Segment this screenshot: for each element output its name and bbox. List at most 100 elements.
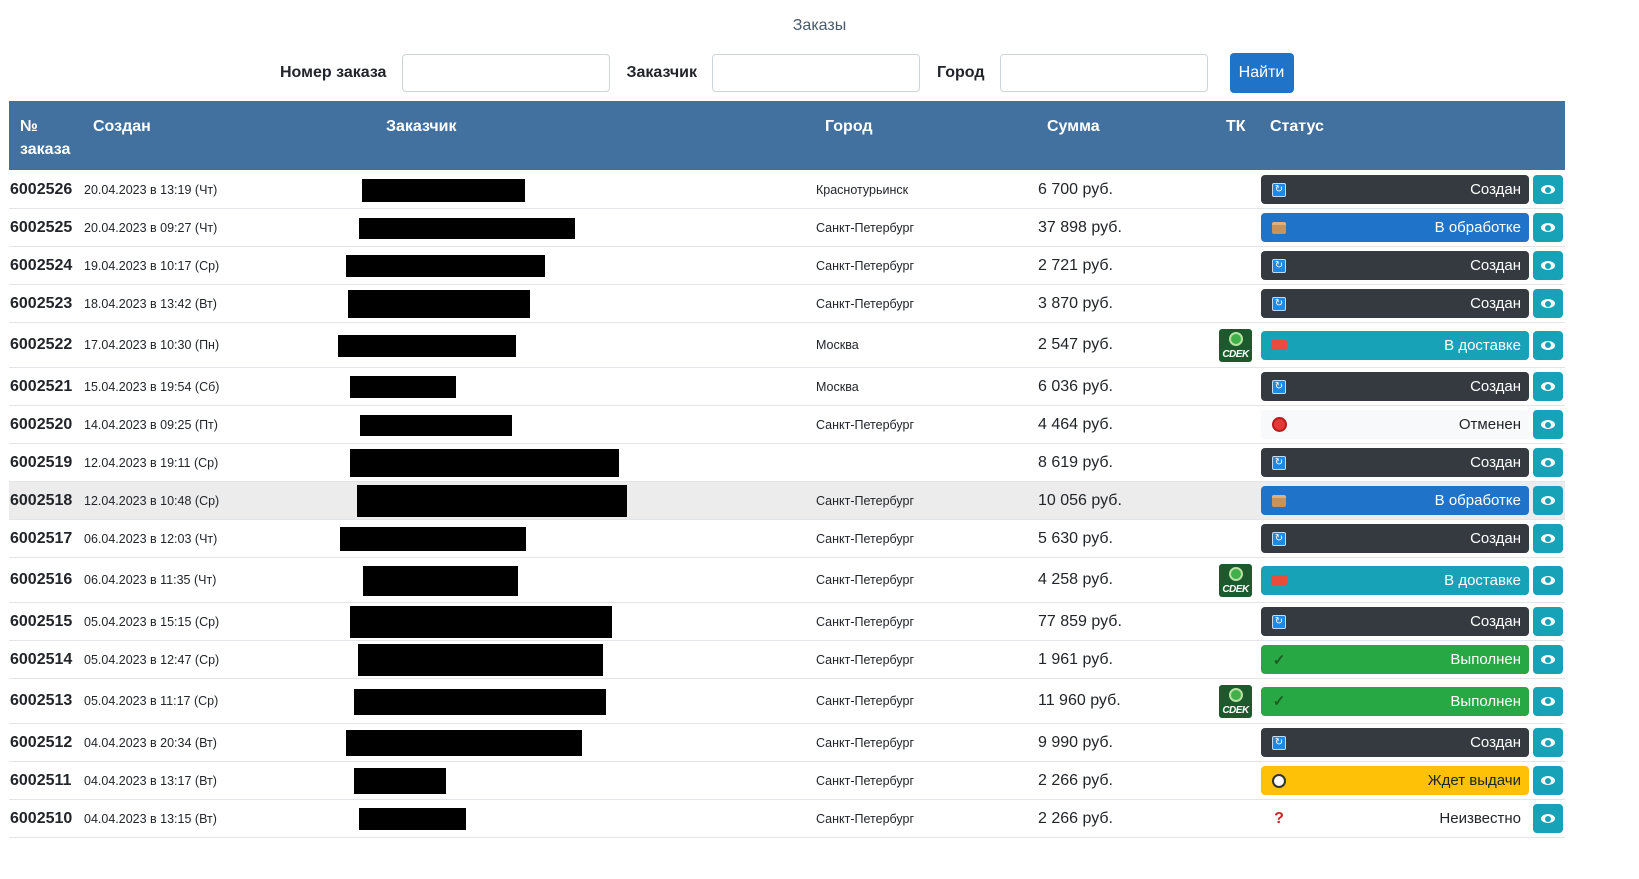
find-button[interactable]: Найти [1229,53,1294,93]
status-label: В обработке [1434,492,1521,509]
table-row[interactable]: 6002521 15.04.2023 в 19:54 (Сб) Москва 6 03… [9,368,1565,406]
view-order-button[interactable] [1533,766,1563,795]
view-order-button[interactable] [1533,410,1563,439]
table-row[interactable]: 6002510 04.04.2023 в 13:15 (Вт) Санкт-Пете… [9,800,1565,838]
box-icon [1271,493,1287,509]
status-badge: ↻ Создан [1261,524,1529,553]
table-row[interactable]: 6002514 05.04.2023 в 12:47 (Ср) Санкт-Пете… [9,641,1565,679]
column-header-tk: ТК [1226,118,1246,135]
status-cell: Ждет выдачи [1261,762,1529,799]
status-label: Создан [1470,378,1521,395]
view-cell [1533,641,1563,678]
customer-input[interactable] [711,54,920,92]
city: Санкт-Петербург [816,614,915,629]
view-cell [1533,558,1563,602]
status-cell: Отменен [1261,406,1529,443]
table-row[interactable]: 6002525 20.04.2023 в 09:27 (Чт) Санкт-Пете… [9,209,1565,247]
status-cell: ↻ Создан [1261,247,1529,284]
view-order-button[interactable] [1533,213,1563,242]
column-header-sum: Сумма [1047,118,1100,135]
status-badge: ✓ Выполнен [1261,686,1529,716]
column-header-customer: Заказчик [386,118,457,135]
status-label: Создан [1470,454,1521,471]
table-row[interactable]: 6002522 17.04.2023 в 10:30 (Пн) Москва 2 54… [9,323,1565,368]
view-order-button[interactable] [1533,524,1563,553]
page-title: Заказы [792,17,847,34]
cdek-logo-icon: CDEK [1219,328,1252,362]
table-row[interactable]: 6002520 14.04.2023 в 09:25 (Пт) Санкт-Пете… [9,406,1565,444]
view-order-button[interactable] [1533,565,1563,595]
redaction-box [360,414,512,436]
order-sum: 2 547 руб. [1038,336,1113,353]
redaction-box [350,376,456,398]
eye-icon [1541,696,1555,706]
tk-cell: CDEK [1219,679,1252,723]
view-order-button[interactable] [1533,372,1563,401]
status-label: В обработке [1434,219,1521,236]
view-order-button[interactable] [1533,175,1563,204]
city: Краснотурьинск [816,182,909,197]
table-row[interactable]: 6002512 04.04.2023 в 20:34 (Вт) Санкт-Пете… [9,724,1565,762]
status-label: В доставке [1444,336,1521,354]
table-row[interactable]: 6002511 04.04.2023 в 13:17 (Вт) Санкт-Пете… [9,762,1565,800]
table-row[interactable]: 6002523 18.04.2023 в 13:42 (Вт) Санкт-Пете… [9,285,1565,323]
order-sum: 2 721 руб. [1038,256,1113,274]
status-label: Создан [1470,295,1521,312]
status-cell: В доставке [1261,323,1529,367]
view-order-button[interactable] [1533,804,1563,833]
view-cell [1533,406,1563,443]
city-input[interactable] [999,54,1208,92]
eye-icon [1541,575,1555,585]
status-badge: В доставке [1261,330,1529,360]
view-cell [1533,800,1563,837]
redaction-box [362,178,525,202]
order-number-input[interactable] [402,54,611,92]
view-order-button[interactable] [1533,728,1563,757]
check-icon: ✓ [1272,651,1286,669]
view-order-button[interactable] [1533,289,1563,318]
view-cell [1533,368,1563,405]
table-row[interactable]: 6002516 06.04.2023 в 11:35 (Чт) Санкт-Пете… [9,558,1565,603]
view-order-button[interactable] [1533,486,1563,515]
view-order-button[interactable] [1533,607,1563,636]
table-row[interactable]: 6002515 05.04.2023 в 15:15 (Ср) Санкт-Пете… [9,603,1565,641]
redaction-box [346,730,582,756]
status-cell: В обработке [1261,482,1529,519]
view-order-button[interactable] [1533,330,1563,360]
view-cell [1533,285,1563,322]
view-order-button[interactable] [1533,645,1563,674]
view-order-button[interactable] [1533,251,1563,280]
order-sum: 3 870 руб. [1038,294,1113,312]
eye-icon [1541,340,1555,350]
redaction-box [350,449,619,477]
status-cell: В доставке [1261,558,1529,602]
order-sum: 4 258 руб. [1038,571,1113,588]
eye-icon [1541,496,1555,505]
eye-icon [1541,458,1555,467]
status-label: Создан [1470,734,1521,751]
redaction-box [348,290,530,318]
cdek-logo-icon: CDEK [1219,684,1252,718]
city: Санкт-Петербург [816,773,915,788]
status-cell: ↻ Создан [1261,520,1529,557]
view-order-button[interactable] [1533,448,1563,477]
table-row[interactable]: 6002519 12.04.2023 в 19:11 (Ср) 8 619 руб.… [9,444,1565,482]
table-row[interactable]: 6002524 19.04.2023 в 10:17 (Ср) Санкт-Пете… [9,247,1565,285]
redaction-box [363,565,518,596]
status-cell: ↻ Создан [1261,603,1529,640]
status-cell: ✓ Выполнен [1261,679,1529,723]
status-badge: Отменен [1261,410,1529,439]
refresh-icon: ↻ [1271,379,1287,395]
table-row[interactable]: 6002517 06.04.2023 в 12:03 (Чт) Санкт-Пете… [9,520,1565,558]
truck-icon [1271,572,1287,588]
city: Санкт-Петербург [816,220,915,235]
view-order-button[interactable] [1533,686,1563,716]
table-row[interactable]: 6002518 12.04.2023 в 10:48 (Ср) Санкт-Пете… [9,482,1565,520]
box-icon [1271,220,1287,236]
refresh-icon: ↻ [1271,614,1287,630]
view-cell [1533,724,1563,761]
status-badge: ↻ Создан [1261,728,1529,757]
cdek-logo-text: CDEK [1222,583,1249,595]
table-row[interactable]: 6002526 20.04.2023 в 13:19 (Чт) Краснотурь… [9,171,1565,209]
table-row[interactable]: 6002513 05.04.2023 в 11:17 (Ср) Санкт-Пете… [9,679,1565,724]
